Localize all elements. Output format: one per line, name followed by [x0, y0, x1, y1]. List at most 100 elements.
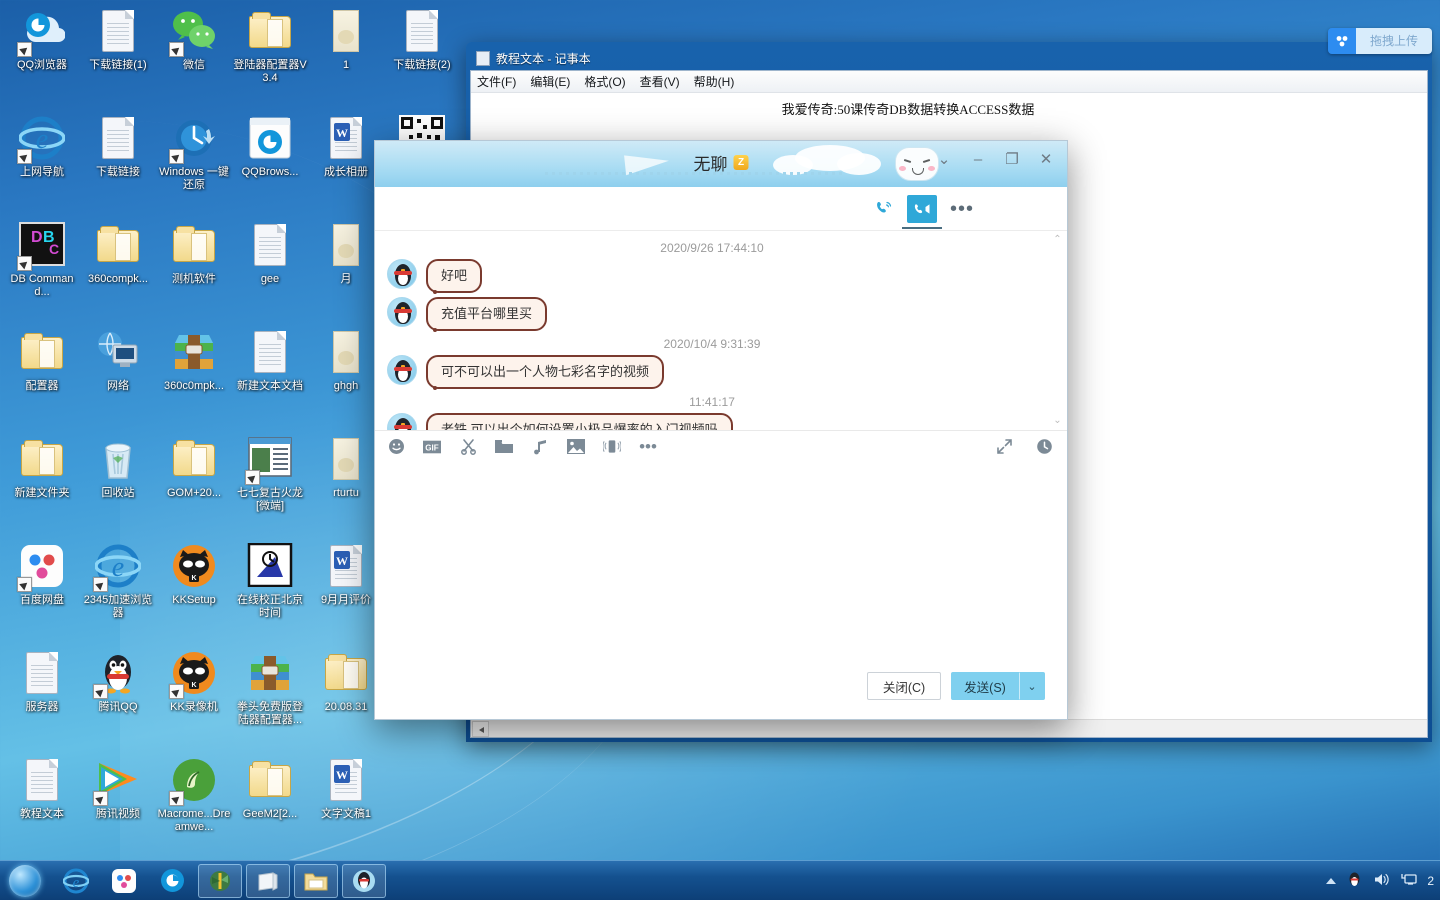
- desktop-icon[interactable]: 拳头免费版登陆器配置器...: [232, 650, 308, 727]
- desktop-icon[interactable]: 月: [308, 222, 384, 286]
- maximize-icon[interactable]: ❐: [995, 145, 1029, 173]
- menu-edit[interactable]: 编辑(E): [530, 73, 570, 90]
- desktop-icon[interactable]: 360c0mpk...: [156, 329, 232, 393]
- taskbar-legend-game-window[interactable]: [198, 863, 242, 898]
- desktop-icon[interactable]: 回收站: [80, 436, 156, 500]
- shake-icon[interactable]: [603, 438, 621, 456]
- taskbar-explorer-window[interactable]: [294, 863, 338, 898]
- desktop-icon[interactable]: W 9月月评价: [308, 543, 384, 607]
- taskbar-baidu-netdisk-icon[interactable]: [102, 864, 146, 898]
- qq-message-scrollbar[interactable]: ⌃ ⌄: [1049, 231, 1065, 430]
- desktop-icon[interactable]: K KKSetup: [156, 543, 232, 607]
- more-icon[interactable]: •••: [947, 195, 977, 223]
- desktop-icon[interactable]: rturtu: [308, 436, 384, 500]
- desktop-icon[interactable]: e 2345加速浏览器: [80, 543, 156, 620]
- scroll-up-arrow-icon[interactable]: ⌃: [1052, 235, 1063, 245]
- chevron-down-icon[interactable]: ⌄: [927, 145, 961, 173]
- desktop-icon[interactable]: Macrome...Dreamwe...: [156, 757, 232, 834]
- desktop-icon[interactable]: Windows 一键还原: [156, 115, 232, 192]
- desktop-icon[interactable]: 20.08.31: [308, 650, 384, 714]
- taskbar-ie-icon[interactable]: e: [54, 864, 98, 898]
- start-button[interactable]: [0, 862, 50, 900]
- desktop-icon[interactable]: W 文字文稿1: [308, 757, 384, 821]
- qq-message-list[interactable]: 2020/9/26 17:44:10 好吧 充值平台哪里买 2020/10/4 …: [375, 231, 1067, 430]
- desktop-icon[interactable]: QQ浏览器: [4, 8, 80, 72]
- desktop-icon[interactable]: 新建文本文档: [232, 329, 308, 393]
- show-hidden-icons[interactable]: [1326, 877, 1337, 884]
- desktop-icon[interactable]: e 上网导航: [4, 115, 80, 179]
- network-icon[interactable]: [1400, 871, 1417, 891]
- avatar[interactable]: [387, 297, 417, 327]
- desktop-icon[interactable]: 下载链接: [80, 115, 156, 179]
- desktop-icon[interactable]: 新建文件夹: [4, 436, 80, 500]
- desktop-icon[interactable]: QQBrows...: [232, 115, 308, 179]
- desktop-icon[interactable]: 腾讯QQ: [80, 650, 156, 714]
- menu-format[interactable]: 格式(O): [584, 73, 625, 90]
- desktop-icon[interactable]: K KK录像机: [156, 650, 232, 714]
- taskbar[interactable]: e 2: [0, 860, 1440, 900]
- system-tray[interactable]: 2: [1326, 871, 1436, 891]
- desktop-icon[interactable]: 百度网盘: [4, 543, 80, 607]
- desktop-icon[interactable]: 配置器: [4, 329, 80, 393]
- desktop-icon[interactable]: W 成长相册: [308, 115, 384, 179]
- scroll-left-arrow-icon[interactable]: [472, 720, 489, 737]
- avatar[interactable]: [387, 413, 417, 430]
- qq-tray-icon[interactable]: [1346, 871, 1363, 891]
- qq-chat-window[interactable]: 无聊 Z ⌄ – ❐ ✕ ••• 2020/9/26 17:44:10 好吧 充…: [374, 140, 1068, 720]
- close-button[interactable]: 关闭(C): [867, 672, 941, 700]
- desktop-icon[interactable]: GeeM2[2...: [232, 757, 308, 821]
- video-call-icon[interactable]: [907, 195, 937, 223]
- desktop-icon[interactable]: 腾讯视频: [80, 757, 156, 821]
- more-dots-icon[interactable]: •••: [639, 437, 657, 456]
- desktop-icon[interactable]: 测机软件: [156, 222, 232, 286]
- message-bubble[interactable]: 老铁 可以出个如何设置小极品爆率的入门视频吗: [426, 413, 733, 430]
- message-bubble[interactable]: 好吧: [426, 259, 483, 294]
- desktop-icon[interactable]: 教程文本: [4, 757, 80, 821]
- desktop-icon[interactable]: 服务器: [4, 650, 80, 714]
- desktop-icon[interactable]: 下载链接(2): [384, 8, 460, 72]
- scroll-down-arrow-icon[interactable]: ⌄: [1052, 416, 1063, 426]
- notepad-menubar[interactable]: 文件(F) 编辑(E) 格式(O) 查看(V) 帮助(H): [471, 71, 1427, 93]
- send-button[interactable]: 发送(S): [951, 672, 1019, 700]
- image-icon[interactable]: [567, 438, 585, 456]
- taskbar-notepad-window[interactable]: [246, 863, 290, 898]
- volume-icon[interactable]: [1373, 871, 1390, 891]
- voice-call-icon[interactable]: [869, 195, 899, 223]
- menu-view[interactable]: 查看(V): [640, 73, 680, 90]
- menu-file[interactable]: 文件(F): [477, 73, 516, 90]
- desktop-icon[interactable]: GOM+20...: [156, 436, 232, 500]
- music-icon[interactable]: [531, 438, 549, 456]
- qq-titlebar[interactable]: 无聊 Z ⌄ – ❐ ✕: [375, 141, 1067, 187]
- scissors-icon[interactable]: [459, 438, 477, 456]
- desktop-icon[interactable]: gee: [232, 222, 308, 286]
- taskbar-qq-window[interactable]: [342, 863, 386, 898]
- folder-icon[interactable]: [495, 438, 513, 456]
- notepad-titlebar[interactable]: 教程文本 - 记事本: [470, 46, 1428, 70]
- gif-icon[interactable]: GIF: [423, 438, 441, 456]
- minimize-icon[interactable]: –: [961, 145, 995, 173]
- desktop-icon[interactable]: 1: [308, 8, 384, 72]
- avatar[interactable]: [387, 355, 417, 385]
- desktop-icon[interactable]: 360compk...: [80, 222, 156, 286]
- history-icon[interactable]: [1035, 438, 1053, 456]
- desktop-icon[interactable]: 在线校正北京时间: [232, 542, 308, 620]
- qq-compose-toolbar[interactable]: GIF •••: [375, 430, 1067, 462]
- desktop-icon[interactable]: 七七复古火龙[微端]: [232, 436, 308, 513]
- qq-message-input[interactable]: [375, 462, 1067, 661]
- emoji-icon[interactable]: [387, 438, 405, 456]
- taskbar-clock[interactable]: 2: [1427, 874, 1436, 888]
- avatar[interactable]: [387, 259, 417, 289]
- taskbar-qq-browser-icon[interactable]: [150, 864, 194, 898]
- menu-help[interactable]: 帮助(H): [694, 73, 735, 90]
- baidu-drag-upload-widget[interactable]: 拖拽上传: [1327, 28, 1432, 54]
- desktop-icon[interactable]: ghgh: [308, 329, 384, 393]
- desktop-icon[interactable]: 微信: [156, 8, 232, 72]
- send-options-chevron-icon[interactable]: ⌄: [1019, 672, 1045, 700]
- message-bubble[interactable]: 可不可以出一个人物七彩名字的视频: [426, 355, 665, 390]
- close-icon[interactable]: ✕: [1029, 145, 1063, 173]
- desktop-icon[interactable]: D B C DB Command...: [4, 222, 80, 299]
- qq-action-bar[interactable]: •••: [375, 187, 1067, 231]
- desktop-icon[interactable]: 登陆器配置器V3.4: [232, 8, 308, 85]
- expand-icon[interactable]: [995, 438, 1013, 456]
- qq-window-controls[interactable]: ⌄ – ❐ ✕: [927, 145, 1063, 173]
